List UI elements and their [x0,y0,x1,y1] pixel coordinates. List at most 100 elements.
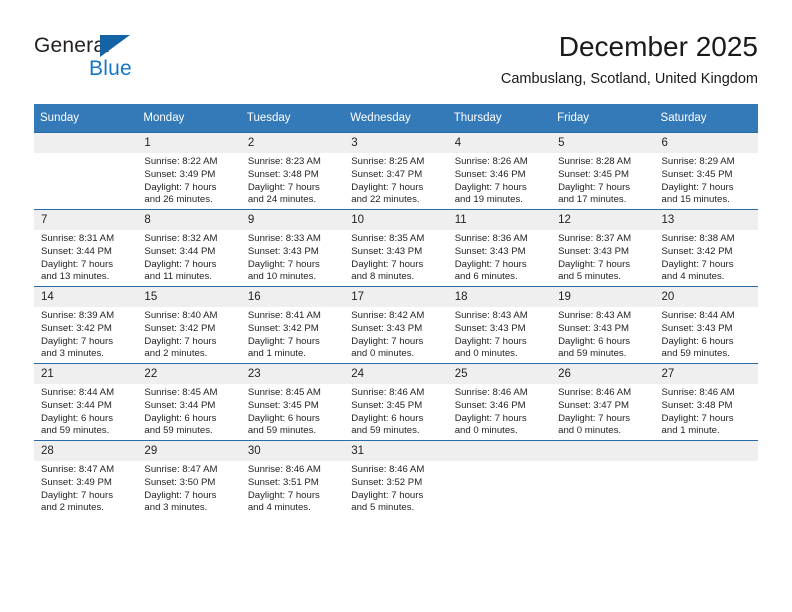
daylight-text-line2: and 59 minutes. [41,425,110,437]
calendar-day-cell[interactable]: 3 Sunrise: 8:25 AM Sunset: 3:47 PM Daylight… [344,132,448,210]
calendar-day-cell-empty [551,440,655,517]
daylight-text-line1: Daylight: 7 hours [454,181,527,193]
calendar-day-cell[interactable]: 16 Sunrise: 8:41 AM Sunset: 3:42 PM Dayligh… [240,286,345,364]
daylight-text-line1: Daylight: 6 hours [144,412,217,424]
sunset-text: Sunset: 3:42 PM [247,322,319,334]
sunset-text: Sunset: 3:43 PM [454,245,526,257]
calendar-day-cell[interactable]: 13 Sunrise: 8:38 AM Sunset: 3:42 PM Dayligh… [654,209,758,287]
calendar-day-cell[interactable]: 21 Sunrise: 8:44 AM Sunset: 3:44 PM Dayligh… [34,363,138,441]
calendar-day-cell[interactable]: 20 Sunrise: 8:44 AM Sunset: 3:43 PM Dayligh… [654,286,758,364]
daylight-text-line2: and 6 minutes. [454,271,518,283]
day-details: Sunrise: 8:46 AM Sunset: 3:46 PM Daylight:… [448,384,551,438]
daylight-text-line2: and 13 minutes. [41,271,110,283]
calendar-day-cell[interactable]: 25 Sunrise: 8:46 AM Sunset: 3:46 PM Dayligh… [447,363,552,441]
daylight-text-line2: and 17 minutes. [558,194,627,206]
sunrise-text: Sunrise: 8:44 AM [661,310,735,321]
calendar-day-cell[interactable]: 31 Sunrise: 8:46 AM Sunset: 3:52 PM Dayligh… [344,440,448,517]
daylight-text-line1: Daylight: 7 hours [351,489,424,501]
day-number: 21 [34,364,138,384]
sunrise-text: Sunrise: 8:45 AM [247,387,321,398]
daylight-text-line1: Daylight: 7 hours [144,489,217,501]
sunset-text: Sunset: 3:46 PM [454,168,526,180]
day-details: Sunrise: 8:47 AM Sunset: 3:49 PM Daylight:… [34,461,137,515]
daylight-text-line2: and 15 minutes. [661,194,730,206]
day-number: 22 [137,364,241,384]
sunrise-text: Sunrise: 8:47 AM [144,464,218,475]
calendar-day-cell[interactable]: 29 Sunrise: 8:47 AM Sunset: 3:50 PM Dayligh… [137,440,241,517]
calendar-day-cell[interactable]: 28 Sunrise: 8:47 AM Sunset: 3:49 PM Dayligh… [34,440,138,517]
daylight-text-line1: Daylight: 6 hours [247,412,320,424]
day-number: 10 [344,210,448,230]
day-number: 29 [137,441,241,461]
calendar-day-cell[interactable]: 11 Sunrise: 8:36 AM Sunset: 3:43 PM Dayligh… [447,209,552,287]
sunrise-text: Sunrise: 8:25 AM [351,156,425,167]
sunset-text: Sunset: 3:43 PM [558,245,630,257]
daylight-text-line1: Daylight: 7 hours [454,335,527,347]
day-details: Sunrise: 8:46 AM Sunset: 3:47 PM Daylight:… [551,384,654,438]
sunrise-text: Sunrise: 8:46 AM [351,464,425,475]
calendar-day-cell[interactable]: 15 Sunrise: 8:40 AM Sunset: 3:42 PM Dayligh… [137,286,241,364]
daylight-text-line1: Daylight: 7 hours [41,489,113,501]
day-details: Sunrise: 8:37 AM Sunset: 3:43 PM Daylight:… [551,230,654,284]
calendar-page: General Blue December 2025 Cambuslang, S… [0,0,792,612]
calendar-day-cell[interactable]: 18 Sunrise: 8:43 AM Sunset: 3:43 PM Dayligh… [447,286,552,364]
day-number [654,441,758,461]
day-details: Sunrise: 8:46 AM Sunset: 3:45 PM Daylight:… [344,384,447,438]
sunrise-text: Sunrise: 8:43 AM [558,310,632,321]
sunrise-text: Sunrise: 8:44 AM [41,387,115,398]
day-number: 20 [654,287,758,307]
daylight-text-line1: Daylight: 6 hours [41,412,113,424]
day-details: Sunrise: 8:36 AM Sunset: 3:43 PM Daylight:… [448,230,551,284]
day-details: Sunrise: 8:22 AM Sunset: 3:49 PM Daylight:… [137,153,240,207]
calendar-day-cell[interactable]: 6 Sunrise: 8:29 AM Sunset: 3:45 PM Daylight… [654,132,758,210]
sunset-text: Sunset: 3:45 PM [661,168,733,180]
daylight-text-line1: Daylight: 7 hours [454,412,527,424]
day-number: 5 [551,133,655,153]
sunrise-text: Sunrise: 8:33 AM [247,233,321,244]
daylight-text-line2: and 0 minutes. [351,348,415,360]
sunrise-text: Sunrise: 8:43 AM [454,310,528,321]
day-details: Sunrise: 8:29 AM Sunset: 3:45 PM Daylight:… [655,153,758,207]
calendar-day-cell[interactable]: 23 Sunrise: 8:45 AM Sunset: 3:45 PM Dayligh… [240,363,345,441]
sunrise-text: Sunrise: 8:38 AM [661,233,735,244]
calendar-day-cell[interactable]: 1 Sunrise: 8:22 AM Sunset: 3:49 PM Daylight… [137,132,241,210]
sunset-text: Sunset: 3:49 PM [41,476,112,488]
day-details: Sunrise: 8:47 AM Sunset: 3:50 PM Daylight:… [137,461,240,515]
day-number [551,441,655,461]
calendar-day-cell[interactable]: 9 Sunrise: 8:33 AM Sunset: 3:43 PM Daylight… [240,209,345,287]
daylight-text-line2: and 59 minutes. [558,348,627,360]
daylight-text-line1: Daylight: 7 hours [144,258,217,270]
calendar-day-cell[interactable]: 2 Sunrise: 8:23 AM Sunset: 3:48 PM Daylight… [240,132,345,210]
logo-text-general: General [34,34,111,57]
calendar-day-cell[interactable]: 5 Sunrise: 8:28 AM Sunset: 3:45 PM Daylight… [551,132,655,210]
calendar-day-cell[interactable]: 26 Sunrise: 8:46 AM Sunset: 3:47 PM Dayligh… [551,363,655,441]
day-number: 27 [654,364,758,384]
calendar-day-cell[interactable]: 27 Sunrise: 8:46 AM Sunset: 3:48 PM Dayligh… [654,363,758,441]
calendar-day-cell[interactable]: 8 Sunrise: 8:32 AM Sunset: 3:44 PM Daylight… [137,209,241,287]
sunset-text: Sunset: 3:50 PM [144,476,216,488]
calendar-day-cell[interactable]: 4 Sunrise: 8:26 AM Sunset: 3:46 PM Daylight… [447,132,552,210]
daylight-text-line2: and 1 minute. [247,348,306,360]
day-number: 16 [240,287,345,307]
calendar-day-cell[interactable]: 24 Sunrise: 8:46 AM Sunset: 3:45 PM Dayligh… [344,363,448,441]
calendar-day-cell[interactable]: 17 Sunrise: 8:42 AM Sunset: 3:43 PM Dayligh… [344,286,448,364]
calendar-day-cell[interactable]: 12 Sunrise: 8:37 AM Sunset: 3:43 PM Dayligh… [551,209,655,287]
daylight-text-line1: Daylight: 7 hours [41,258,113,270]
calendar-day-cell[interactable]: 19 Sunrise: 8:43 AM Sunset: 3:43 PM Dayligh… [551,286,655,364]
calendar-day-cell[interactable]: 22 Sunrise: 8:45 AM Sunset: 3:44 PM Dayligh… [137,363,241,441]
sunset-text: Sunset: 3:51 PM [247,476,319,488]
calendar-day-cell[interactable]: 7 Sunrise: 8:31 AM Sunset: 3:44 PM Daylight… [34,209,138,287]
day-number [34,133,138,153]
day-details: Sunrise: 8:46 AM Sunset: 3:51 PM Daylight:… [241,461,344,515]
general-blue-logo[interactable]: General Blue [34,34,264,92]
day-details: Sunrise: 8:40 AM Sunset: 3:42 PM Daylight:… [137,307,240,361]
calendar-day-cell[interactable]: 14 Sunrise: 8:39 AM Sunset: 3:42 PM Dayligh… [34,286,138,364]
weekday-header-friday: Friday [551,104,655,133]
sunset-text: Sunset: 3:42 PM [661,245,733,257]
calendar-day-cell[interactable]: 30 Sunrise: 8:46 AM Sunset: 3:51 PM Dayligh… [240,440,345,517]
daylight-text-line1: Daylight: 6 hours [351,412,424,424]
calendar-day-cell[interactable]: 10 Sunrise: 8:35 AM Sunset: 3:43 PM Dayligh… [344,209,448,287]
sunset-text: Sunset: 3:43 PM [247,245,319,257]
sunset-text: Sunset: 3:45 PM [351,399,423,411]
day-number: 13 [654,210,758,230]
